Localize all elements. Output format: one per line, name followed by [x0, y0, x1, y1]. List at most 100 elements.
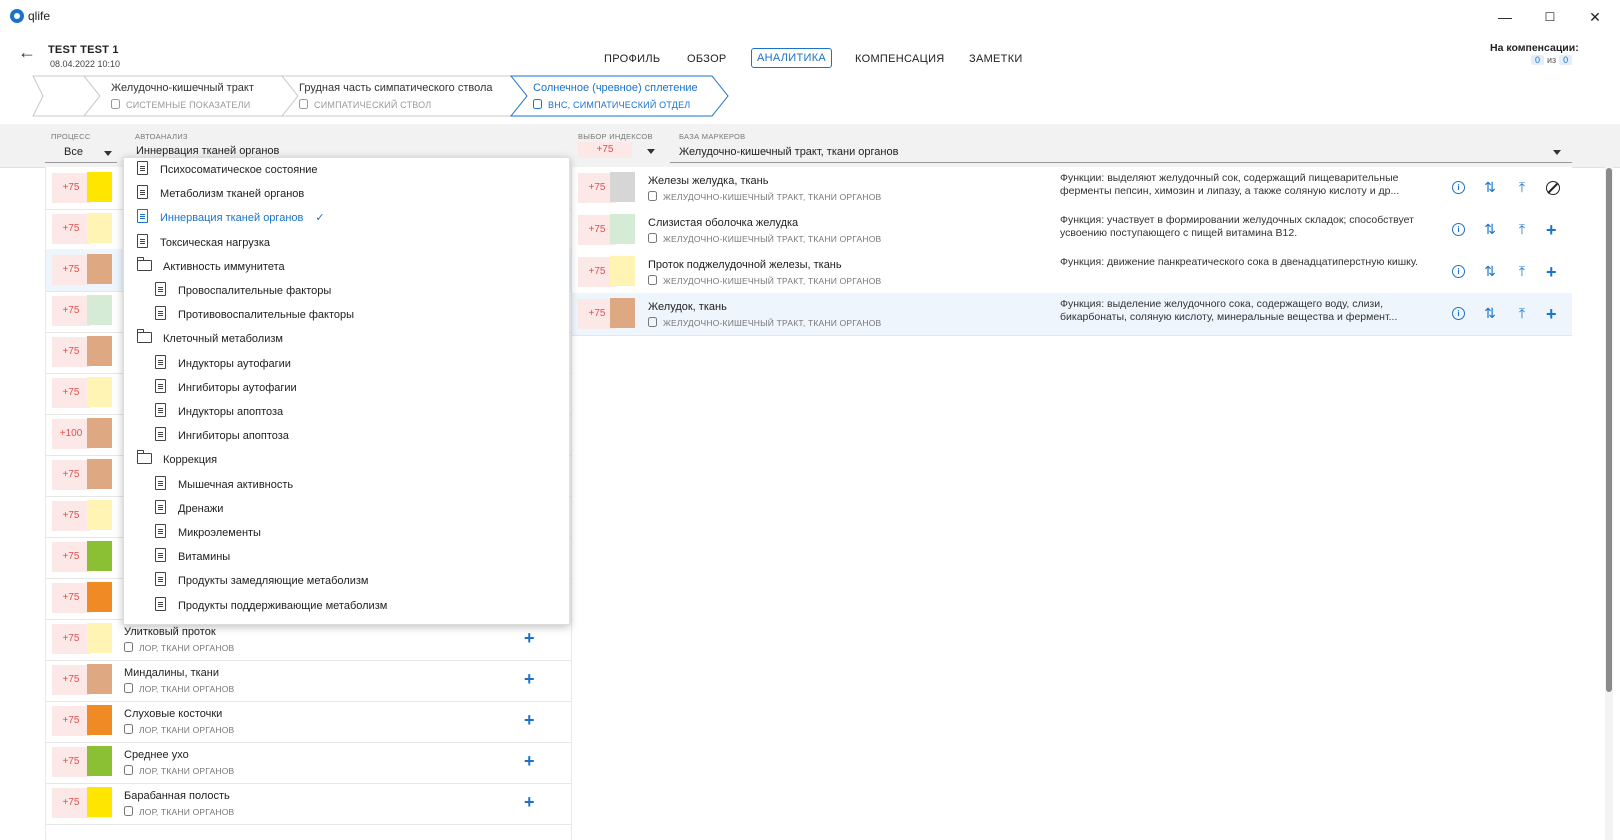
markers-select[interactable]: Желудочно-кишечный тракт, ткани органов: [679, 146, 898, 158]
color-swatch: [87, 295, 112, 325]
dropdown-item[interactable]: Индукторы аутофагии: [155, 354, 291, 374]
autoanalysis-select[interactable]: Иннервация тканей органов: [136, 145, 279, 157]
tab-overview[interactable]: ОБЗОР: [682, 49, 732, 69]
tab-profile[interactable]: ПРОФИЛЬ: [599, 49, 665, 69]
row-category: ЖЕЛУДОЧНО-КИШЕЧНЫЙ ТРАКТ, ТКАНИ ОРГАНОВ: [648, 233, 881, 244]
folder-icon: [137, 256, 152, 271]
info-icon[interactable]: i: [1452, 223, 1465, 236]
index-select[interactable]: +75: [578, 142, 632, 158]
info-icon[interactable]: i: [1452, 265, 1465, 278]
dropdown-item[interactable]: Противовоспалительные факторы: [155, 305, 354, 325]
database-icon: [648, 191, 657, 201]
markers-chevron-down-icon[interactable]: [1553, 150, 1561, 155]
dropdown-item[interactable]: Ингибиторы апоптоза: [155, 426, 289, 446]
tab-analytics[interactable]: АНАЛИТИКА: [751, 48, 833, 68]
close-button[interactable]: ✕: [1575, 6, 1615, 28]
upload-icon[interactable]: ⤒: [1513, 221, 1531, 237]
dropdown-item-label: Продукты поддерживающие метаболизм: [178, 599, 388, 612]
upload-icon[interactable]: ⤒: [1513, 305, 1531, 321]
list-item-name: Миндалины, ткани: [124, 667, 220, 679]
info-icon[interactable]: i: [1452, 181, 1465, 194]
back-arrow-icon[interactable]: ←: [18, 42, 42, 62]
dropdown-item-label: Ингибиторы аутофагии: [178, 381, 297, 394]
list-item-category-text: ЛОР, ТКАНИ ОРГАНОВ: [139, 643, 235, 653]
autoanalysis-dropdown: Психосоматическое состояние Метаболизм тк…: [123, 157, 570, 625]
add-plus-icon[interactable]: +: [524, 670, 535, 688]
score-badge: +75: [52, 501, 90, 531]
dropdown-item[interactable]: Дренажи: [155, 499, 223, 519]
dropdown-item-label: Дренажи: [178, 502, 224, 515]
tab-compensation[interactable]: КОМПЕНСАЦИЯ: [850, 49, 950, 69]
score-badge: +75: [52, 460, 90, 490]
dropdown-item[interactable]: Витамины: [155, 547, 230, 567]
dropdown-item[interactable]: Индукторы апоптоза: [155, 402, 283, 422]
add-plus-icon[interactable]: +: [1546, 221, 1557, 239]
process-select[interactable]: Все: [64, 146, 83, 158]
scrollbar-thumb[interactable]: [1606, 168, 1612, 692]
add-plus-icon[interactable]: +: [524, 711, 535, 729]
dropdown-item[interactable]: Метаболизм тканей органов: [137, 184, 304, 204]
sort-icon[interactable]: ⇅: [1481, 221, 1499, 237]
list-item[interactable]: +75 Слуховые косточки ЛОР, ТКАНИ ОРГАНОВ +: [46, 700, 571, 743]
list-item-name: Среднее ухо: [124, 749, 189, 761]
dropdown-item[interactable]: Активность иммунитета: [137, 256, 285, 277]
dropdown-item[interactable]: Токсическая нагрузка: [137, 233, 270, 253]
sort-icon[interactable]: ⇅: [1481, 305, 1499, 321]
dropdown-item[interactable]: Психосоматическое состояние: [137, 160, 318, 180]
dropdown-item-label: Клеточный метаболизм: [163, 333, 283, 346]
dropdown-item[interactable]: Микроэлементы: [155, 523, 261, 543]
color-swatch: [610, 214, 635, 244]
breadcrumb-chevrons: [32, 75, 729, 117]
add-plus-icon[interactable]: +: [524, 752, 535, 770]
color-swatch: [87, 746, 112, 776]
table-row[interactable]: +75 Проток поджелудочной железы, ткань ЖЕЛ…: [572, 251, 1572, 294]
breadcrumb-item-2-sub-text: СИМПАТИЧЕСКИЙ СТВОЛ: [314, 100, 432, 110]
dropdown-item[interactable]: Мышечная активность: [155, 475, 293, 495]
maximize-button[interactable]: ☐: [1530, 6, 1570, 28]
dropdown-item-label: Ингибиторы апоптоза: [178, 430, 289, 443]
breadcrumb-item-1-sub: СИСТЕМНЫЕ ПОКАЗАТЕЛИ: [111, 99, 250, 110]
autoanalysis-label: АВТОАНАЛИЗ: [135, 132, 188, 141]
list-item[interactable]: +75 Миндалины, ткани ЛОР, ТКАНИ ОРГАНОВ +: [46, 659, 571, 702]
list-item[interactable]: +75 Барабанная полость ЛОР, ТКАНИ ОРГАНОВ +: [46, 782, 571, 825]
add-plus-icon[interactable]: +: [1546, 263, 1557, 281]
tab-notes[interactable]: ЗАМЕТКИ: [964, 49, 1028, 69]
dropdown-item[interactable]: Клеточный метаболизм: [137, 329, 283, 349]
add-plus-icon[interactable]: +: [1546, 305, 1557, 323]
document-icon: [155, 524, 166, 538]
color-swatch: [87, 664, 112, 694]
document-icon: [155, 548, 166, 563]
document-icon: [155, 499, 166, 514]
sort-icon[interactable]: ⇅: [1481, 179, 1499, 195]
info-icon[interactable]: i: [1452, 307, 1465, 320]
dropdown-item[interactable]: Коррекция: [137, 450, 217, 470]
breadcrumb: Желудочно-кишечный тракт СИСТЕМНЫЕ ПОКАЗ…: [0, 74, 1620, 120]
add-plus-icon[interactable]: +: [524, 793, 535, 811]
upload-icon[interactable]: ⤒: [1513, 179, 1531, 195]
markers-underline: [670, 162, 1572, 163]
dropdown-item[interactable]: Ингибиторы аутофагии: [155, 378, 297, 398]
list-item[interactable]: +75 Среднее ухо ЛОР, ТКАНИ ОРГАНОВ +: [46, 741, 571, 784]
dropdown-item[interactable]: Провоспалительные факторы: [155, 281, 331, 301]
index-chevron-down-icon[interactable]: [647, 149, 655, 154]
dropdown-item[interactable]: Продукты поддерживающие метаболизм: [155, 596, 387, 616]
row-category-text: ЖЕЛУДОЧНО-КИШЕЧНЫЙ ТРАКТ, ТКАНИ ОРГАНОВ: [663, 276, 882, 286]
table-row[interactable]: +75 Железы желудка, ткань ЖЕЛУДОЧНО-КИШЕЧН…: [572, 167, 1572, 210]
database-icon: [648, 233, 657, 243]
breadcrumb-item-3-title[interactable]: Солнечное (чревное) сплетение: [533, 82, 698, 94]
list-item-category-text: ЛОР, ТКАНИ ОРГАНОВ: [139, 807, 235, 817]
table-row[interactable]: +75 Желудок, ткань ЖЕЛУДОЧНО-КИШЕЧНЫЙ ТРАК…: [572, 293, 1572, 336]
minimize-button[interactable]: —: [1485, 6, 1525, 28]
breadcrumb-item-2-title[interactable]: Грудная часть симпатического ствола: [299, 82, 493, 94]
sort-icon[interactable]: ⇅: [1481, 263, 1499, 279]
process-chevron-down-icon[interactable]: [104, 151, 112, 156]
dropdown-item[interactable]: Иннервация тканей органов ✓: [137, 208, 325, 228]
upload-icon[interactable]: ⤒: [1513, 263, 1531, 279]
table-row[interactable]: +75 Слизистая оболочка желудка ЖЕЛУДОЧНО-К…: [572, 209, 1572, 252]
dropdown-item[interactable]: Продукты замедляющие метаболизм: [155, 571, 368, 591]
breadcrumb-item-1-title[interactable]: Желудочно-кишечный тракт: [111, 82, 254, 94]
add-plus-icon[interactable]: +: [524, 629, 535, 647]
document-icon: [155, 378, 166, 393]
breadcrumb-item-1-sub-text: СИСТЕМНЫЕ ПОКАЗАТЕЛИ: [126, 100, 251, 110]
block-icon[interactable]: [1546, 181, 1560, 195]
